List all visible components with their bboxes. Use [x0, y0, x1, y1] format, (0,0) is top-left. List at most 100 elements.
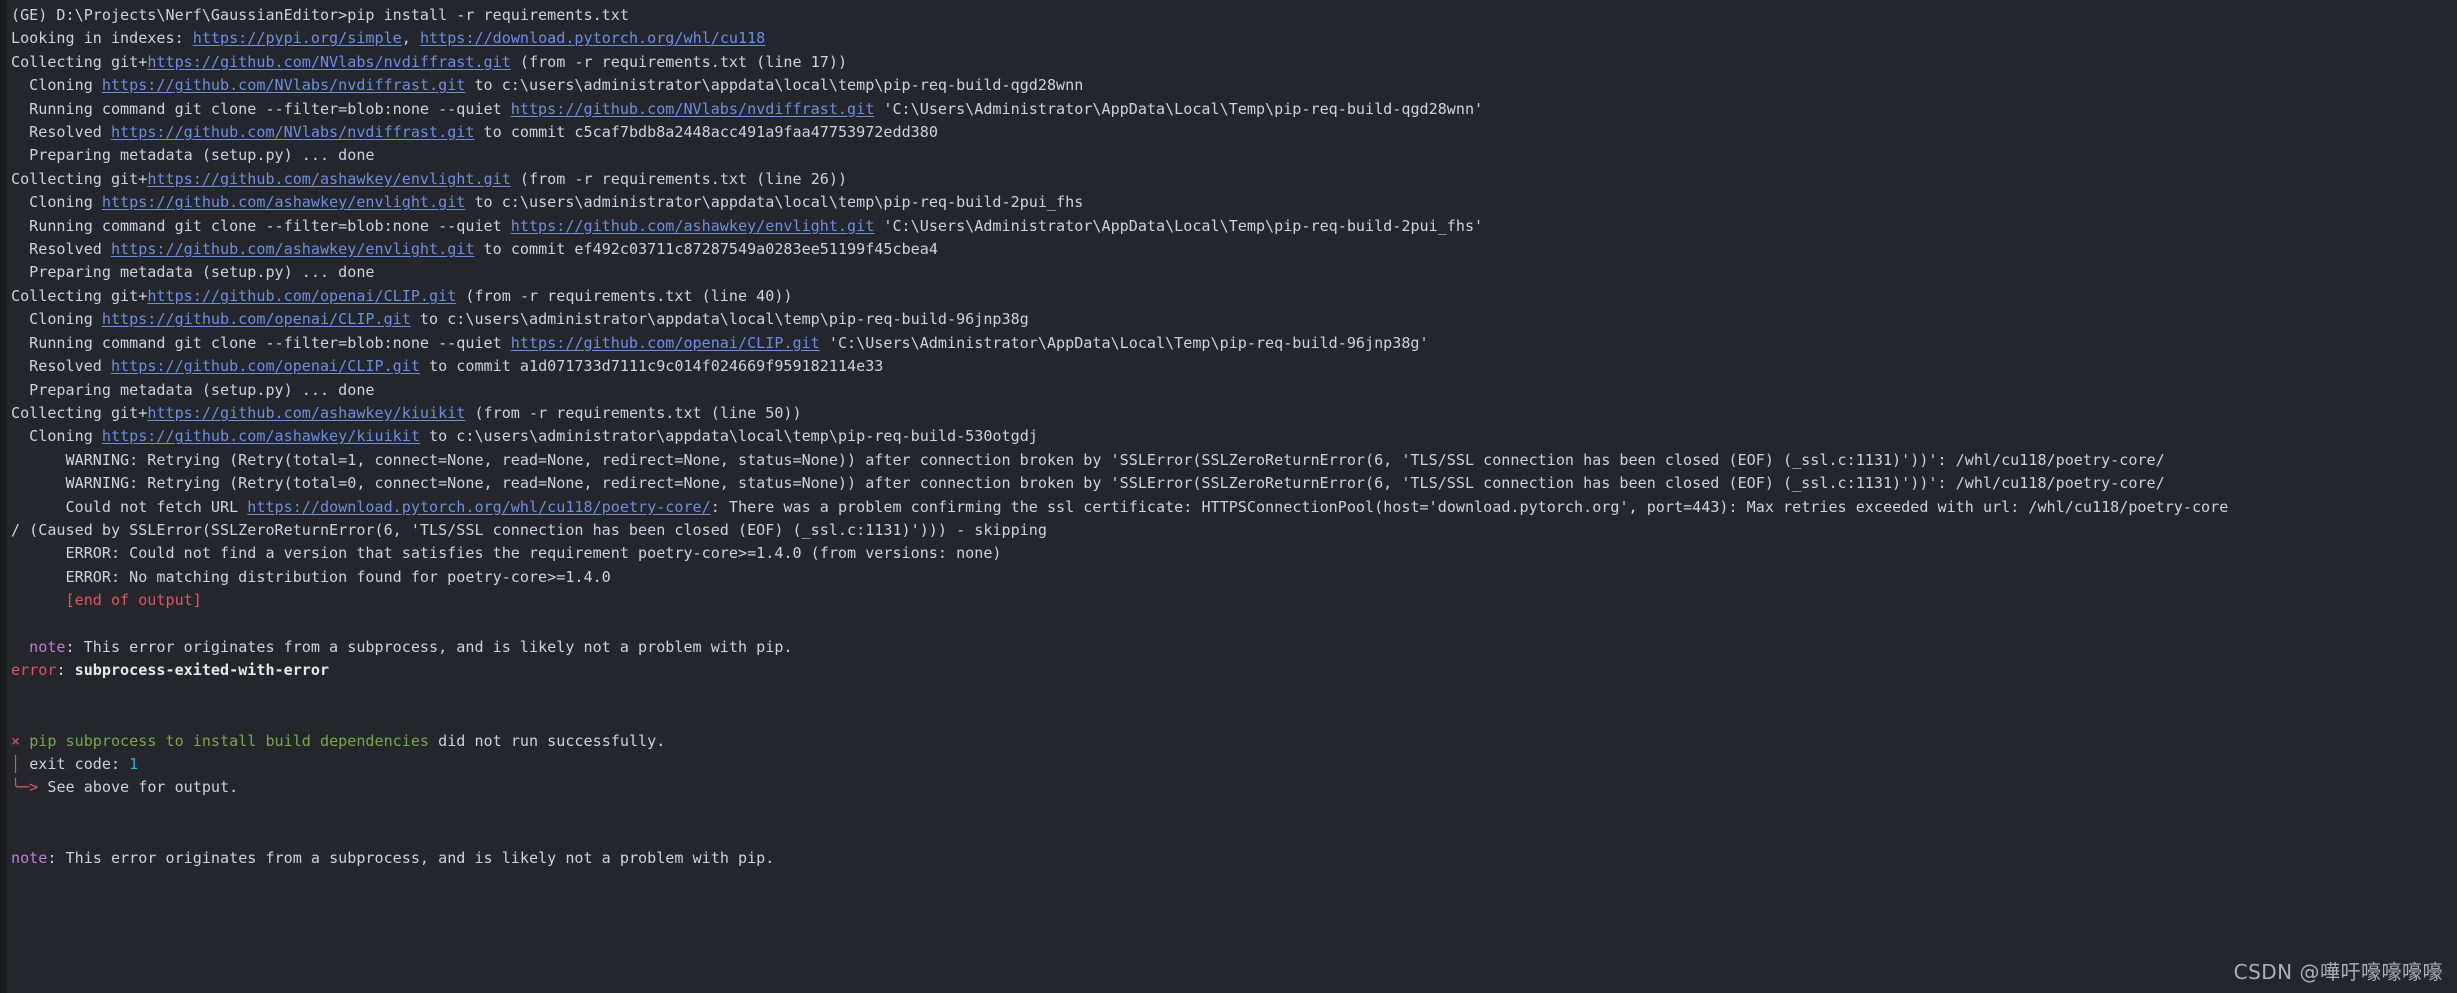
terminal-line-error-no-matching-distribution: ERROR: No matching distribution found fo… [7, 566, 2457, 589]
terminal-text: exit code: [29, 755, 130, 773]
terminal-line-preparing-metadata-nvdiffrast: Preparing metadata (setup.py) ... done [7, 144, 2457, 167]
terminal-text: subprocess-exited-with-error [74, 661, 330, 680]
terminal-line-blank-2 [7, 683, 2457, 706]
terminal-link[interactable]: https://github.com/ashawkey/envlight.git [102, 193, 466, 211]
terminal-text: error [11, 661, 57, 680]
terminal-text: note [11, 848, 48, 867]
terminal-text: pip subprocess to install build dependen… [29, 731, 430, 750]
terminal-window[interactable]: (GE) D:\Projects\Nerf\GaussianEditor>pip… [0, 0, 2457, 993]
terminal-line-warning-retry-1: WARNING: Retrying (Retry(total=1, connec… [7, 449, 2457, 472]
terminal-line-warning-retry-0: WARNING: Retrying (Retry(total=0, connec… [7, 472, 2457, 495]
terminal-text: Cloning [11, 310, 102, 329]
terminal-text: Collecting git+ [11, 169, 148, 188]
terminal-text: to c:\users\administrator\appdata\local\… [465, 76, 1084, 95]
terminal-text: Collecting git+ [11, 286, 148, 305]
terminal-text: : [56, 661, 75, 680]
terminal-text: , [401, 29, 420, 48]
terminal-link[interactable]: https://github.com/openai/CLIP.git [511, 334, 820, 352]
terminal-text: Resolved [11, 240, 111, 259]
terminal-text: [end of output] [11, 591, 202, 610]
terminal-text: Cloning [11, 427, 102, 446]
terminal-line-could-not-fetch-url: Could not fetch URL https://download.pyt… [7, 496, 2457, 519]
terminal-link[interactable]: https://github.com/NVlabs/nvdiffrast.git [111, 123, 475, 141]
terminal-line-blank-4 [7, 800, 2457, 823]
terminal-text: Could not fetch URL [11, 497, 248, 516]
terminal-line-note-subprocess-1: note: This error originates from a subpr… [7, 636, 2457, 659]
terminal-link[interactable]: https://github.com/NVlabs/nvdiffrast.git [102, 76, 466, 94]
terminal-text: (from -r requirements.txt (line 17)) [510, 52, 848, 71]
terminal-link[interactable]: https://download.pytorch.org/whl/cu118 [420, 29, 765, 47]
csdn-watermark: CSDN @嘩吁嚎嚎嚎嚎 [2233, 960, 2443, 984]
terminal-text: (from -r requirements.txt (line 26)) [510, 169, 848, 188]
terminal-text: 'C:\Users\Administrator\AppData\Local\Te… [874, 216, 1484, 235]
terminal-line-resolved-nvdiffrast: Resolved https://github.com/NVlabs/nvdif… [7, 121, 2457, 144]
terminal-line-prompt-line: (GE) D:\Projects\Nerf\GaussianEditor>pip… [7, 4, 2457, 27]
terminal-text: ╰─> [11, 778, 48, 797]
terminal-link[interactable]: https://github.com/openai/CLIP.git [111, 357, 420, 375]
terminal-text: to commit ef492c03711c87287549a0283ee511… [474, 240, 938, 259]
terminal-text: Running command git clone --filter=blob:… [11, 333, 511, 352]
terminal-line-error-subprocess-exited: error: subprocess-exited-with-error [7, 659, 2457, 682]
terminal-text: : There was a problem confirming the ssl… [710, 497, 2229, 516]
terminal-line-running-clone-envlight: Running command git clone --filter=blob:… [7, 215, 2457, 238]
terminal-text: 'C:\Users\Administrator\AppData\Local\Te… [819, 333, 1429, 352]
terminal-text: to c:\users\administrator\appdata\local\… [410, 310, 1029, 329]
terminal-line-exit-code: │ exit code: 1 [7, 753, 2457, 776]
terminal-text: Preparing metadata (setup.py) ... done [11, 263, 375, 282]
terminal-text: │ [11, 755, 30, 773]
terminal-text: Preparing metadata (setup.py) ... done [11, 146, 375, 165]
terminal-line-blank-3 [7, 706, 2457, 729]
terminal-line-caused-by-sslerror: / (Caused by SSLError(SSLZeroReturnError… [7, 519, 2457, 542]
terminal-text: × [11, 731, 30, 750]
terminal-link[interactable]: https://github.com/ashawkey/envlight.git [111, 240, 475, 258]
terminal-line-collecting-kiuikit: Collecting git+https://github.com/ashawk… [7, 402, 2457, 425]
terminal-text: (GE) D:\Projects\Nerf\GaussianEditor>pip… [11, 6, 629, 24]
terminal-text: Resolved [11, 123, 111, 142]
terminal-line-collecting-clip: Collecting git+https://github.com/openai… [7, 285, 2457, 308]
terminal-text: note [11, 637, 66, 656]
terminal-link[interactable]: https://github.com/ashawkey/envlight.git [511, 217, 875, 235]
terminal-text: to c:\users\administrator\appdata\local\… [419, 427, 1038, 446]
terminal-link[interactable]: https://github.com/NVlabs/nvdiffrast.git [511, 100, 875, 118]
terminal-link[interactable]: https://github.com/openai/CLIP.git [147, 287, 456, 305]
terminal-text: Preparing metadata (setup.py) ... done [11, 380, 375, 399]
terminal-text: WARNING: Retrying (Retry(total=0, connec… [11, 474, 2165, 493]
terminal-line-resolved-clip: Resolved https://github.com/openai/CLIP.… [7, 355, 2457, 378]
terminal-text: (from -r requirements.txt (line 50)) [465, 403, 802, 422]
terminal-text: ERROR: Could not find a version that sat… [11, 544, 1002, 563]
terminal-link[interactable]: https://github.com/ashawkey/kiuikit [102, 427, 420, 445]
terminal-link[interactable]: https://github.com/ashawkey/envlight.git [147, 170, 511, 188]
terminal-text: Running command git clone --filter=blob:… [11, 216, 511, 235]
terminal-text: (from -r requirements.txt (line 40)) [456, 286, 793, 305]
terminal-line-resolved-envlight: Resolved https://github.com/ashawkey/env… [7, 238, 2457, 261]
terminal-line-cloning-nvdiffrast: Cloning https://github.com/NVlabs/nvdiff… [7, 74, 2457, 97]
terminal-text: to commit a1d071733d7111c9c014f024669f95… [419, 357, 884, 376]
terminal-text: See above for output. [47, 778, 239, 797]
terminal-link[interactable]: https://download.pytorch.org/whl/cu118/p… [247, 498, 710, 516]
terminal-text: Collecting git+ [11, 52, 148, 71]
terminal-line-error-could-not-find-version: ERROR: Could not find a version that sat… [7, 542, 2457, 565]
terminal-output[interactable]: (GE) D:\Projects\Nerf\GaussianEditor>pip… [7, 4, 2457, 870]
terminal-line-end-of-output: [end of output] [7, 589, 2457, 612]
terminal-text: did not run successfully. [429, 731, 666, 750]
terminal-line-looking-in-indexes: Looking in indexes: https://pypi.org/sim… [7, 27, 2457, 50]
terminal-text: WARNING: Retrying (Retry(total=1, connec… [11, 450, 2165, 469]
terminal-text: Resolved [11, 357, 111, 376]
terminal-link[interactable]: https://github.com/NVlabs/nvdiffrast.git [147, 53, 511, 71]
terminal-link[interactable]: https://pypi.org/simple [193, 29, 402, 47]
terminal-link[interactable]: https://github.com/ashawkey/kiuikit [147, 404, 465, 422]
terminal-text: Running command git clone --filter=blob:… [11, 99, 511, 118]
terminal-line-cloning-envlight: Cloning https://github.com/ashawkey/envl… [7, 191, 2457, 214]
terminal-line-cloning-clip: Cloning https://github.com/openai/CLIP.g… [7, 308, 2457, 331]
terminal-line-running-clone-clip: Running command git clone --filter=blob:… [7, 332, 2457, 355]
terminal-text: Looking in indexes: [11, 29, 193, 48]
terminal-line-pip-subprocess-failed: × pip subprocess to install build depend… [7, 730, 2457, 753]
terminal-text: to c:\users\administrator\appdata\local\… [465, 193, 1084, 212]
terminal-text: : This error originates from a subproces… [47, 848, 775, 867]
terminal-link[interactable]: https://github.com/openai/CLIP.git [102, 310, 411, 328]
terminal-line-preparing-metadata-envlight: Preparing metadata (setup.py) ... done [7, 261, 2457, 284]
